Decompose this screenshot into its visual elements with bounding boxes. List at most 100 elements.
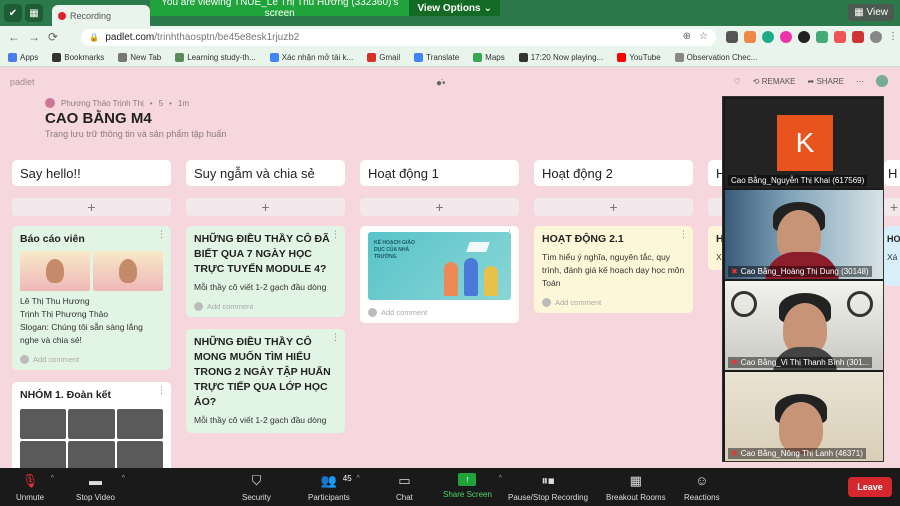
avatar[interactable] [876, 75, 888, 87]
bookmark-item[interactable]: Maps [473, 52, 505, 62]
extension-icon[interactable] [852, 31, 864, 43]
bookmark-item[interactable]: Xác nhận mở tài k... [269, 52, 353, 62]
participant-tile[interactable]: ✖ Cao Bằng_Hoàng Thị Dung (30148) [725, 190, 883, 279]
column-activity-1: Hoạt động 1 + ⋮ KẾ HOẠCH GIÁO DỤC CỦA NH… [360, 160, 519, 323]
pause-stop-icon: ⏸⏹ [541, 473, 555, 488]
post-card[interactable]: ⋮ NHÓM 1. Đoàn kết [12, 382, 171, 468]
bookmark-item[interactable]: Translate [414, 52, 459, 62]
page-title: CAO BẰNG M4 [45, 110, 152, 127]
bookmark-item[interactable]: Gmail [367, 52, 400, 62]
browser-tab-active[interactable]: Recording [52, 5, 150, 26]
padlet-author: Phương Thảo Trịnh Thị • 5 • 1m [45, 98, 189, 108]
extension-icon[interactable] [798, 31, 810, 43]
extension-icons: ⋮ [726, 31, 900, 43]
column-header: Hoạt động 2 [534, 160, 693, 186]
banner-message: You are viewing TNUE_Lê Thị Thu Hương (3… [161, 0, 399, 19]
participants-button[interactable]: 👥 45 Participants ^ [308, 473, 360, 502]
zoom-view-button[interactable]: ▦ View [848, 4, 894, 21]
share-screen-button[interactable]: ↑ Share Screen ^ [443, 473, 502, 499]
add-comment[interactable]: Add comment [542, 298, 685, 307]
breakout-rooms-button[interactable]: ▦ Breakout Rooms [606, 473, 666, 502]
post-card[interactable]: ⋮ KẾ HOẠCH GIÁO DỤC CỦA NHÀ TRƯỜNG Add c… [360, 226, 519, 323]
chevron-up-icon[interactable]: ^ [499, 475, 502, 482]
column-header: Hoạt động 1 [360, 160, 519, 186]
chevron-down-icon: ⌄ [483, 2, 492, 14]
more-icon[interactable]: ⋮ [679, 229, 688, 240]
remake-button[interactable]: ⟲ REMAKE [753, 77, 796, 86]
participant-name: Cao Bằng_Nguyễn Thị Khai (617569) [731, 176, 865, 185]
grid-icon[interactable]: ▦ [25, 4, 43, 22]
extension-icon[interactable] [744, 31, 756, 43]
star-icon [52, 52, 62, 62]
bookmark-item[interactable]: Bookmarks [52, 52, 104, 62]
padlet-app-icon: ●̇• [436, 78, 446, 89]
more-icon[interactable]: ⋮ [331, 229, 340, 240]
add-post-button[interactable]: + [360, 198, 519, 216]
extension-icon[interactable] [816, 31, 828, 43]
add-comment[interactable]: Add comment [194, 302, 337, 311]
post-card[interactable]: ⋮ Báo cáo viên Lê Thị Thu Hương Trịnh Th… [12, 226, 171, 370]
forward-icon[interactable]: → [28, 30, 40, 44]
extension-icon[interactable] [726, 31, 738, 43]
bookmark-item[interactable]: YouTube [617, 52, 661, 62]
add-post-button[interactable]: + [534, 198, 693, 216]
gmail-icon [367, 52, 377, 62]
reload-icon[interactable]: ⟳ [48, 30, 58, 44]
unmute-button[interactable]: 🎙 Unmute ^ [16, 473, 54, 502]
more-icon[interactable]: ⋯ [856, 77, 864, 86]
more-icon[interactable]: ⋮ [331, 332, 340, 343]
chevron-up-icon[interactable]: ^ [122, 475, 125, 482]
extension-icon[interactable] [762, 31, 774, 43]
back-icon[interactable]: ← [8, 30, 20, 44]
view-options-button[interactable]: View Options ⌄ [409, 0, 500, 16]
participant-name: Cao Bằng_Hoàng Thị Dung (30148) [740, 267, 869, 276]
post-card[interactable]: ⋮ NHỮNG ĐIỀU THẦY CÔ ĐÃ BIẾT QUA 7 NGÀY … [186, 226, 345, 317]
page-subtitle: Trang lưu trữ thông tin và sản phẩm tập … [45, 129, 227, 139]
url-text: padlet.com/trinhthaosptn/be45e8esk1rjuzb… [105, 31, 300, 43]
stop-video-button[interactable]: ▬ Stop Video ^ [76, 473, 125, 502]
heart-icon[interactable]: ♡ [734, 77, 741, 86]
add-comment[interactable]: Add comment [368, 308, 511, 317]
shield-icon[interactable]: ✔ [4, 4, 22, 22]
participant-tile[interactable]: ✖ Cao Bằng_Nông Thị Lanh (46371) [725, 372, 883, 461]
chevron-up-icon[interactable]: ^ [51, 475, 54, 482]
profile-icon[interactable] [870, 31, 882, 43]
security-button[interactable]: ⛉ Security [242, 473, 271, 502]
column-say-hello: Say hello!! + ⋮ Báo cáo viên Lê Thị Thu … [12, 160, 171, 468]
recording-button[interactable]: ⏸⏹ Pause/Stop Recording [508, 473, 588, 502]
post-image [20, 409, 163, 468]
zoom-status-icons: ✔ ▦ [4, 4, 43, 22]
breakout-grid-icon: ▦ [629, 473, 642, 488]
chevron-up-icon[interactable]: ^ [357, 475, 360, 482]
bookmark-item[interactable]: Apps [8, 52, 38, 62]
reactions-button[interactable]: ☺ Reactions [684, 473, 720, 502]
padlet-logo[interactable]: padlet [10, 77, 35, 87]
participant-name: Cao Bằng_Vi Thị Thanh Bình (301... [740, 358, 870, 367]
extension-icon[interactable] [780, 31, 792, 43]
post-card[interactable]: ⋮ NHỮNG ĐIỀU THẦY CÔ MONG MUỐN TÌM HIỂU … [186, 329, 345, 433]
bookmark-item[interactable]: 17:20 Now playing... [518, 52, 603, 62]
more-icon[interactable]: ⋮ [157, 229, 166, 240]
add-post-button[interactable]: + [186, 198, 345, 216]
participant-tile[interactable]: ✖ Cao Bằng_Vi Thị Thanh Bình (301... [725, 281, 883, 370]
participant-tile[interactable]: K Cao Bằng_Nguyễn Thị Khai (617569) [725, 99, 883, 188]
bookmark-item[interactable]: New Tab [118, 52, 161, 62]
bookmark-item[interactable]: Learning study-th... [175, 52, 256, 62]
add-comment[interactable]: Add comment [20, 355, 163, 364]
leave-button[interactable]: Leave [848, 477, 892, 497]
bookmark-star-icon[interactable]: ☆ [699, 31, 708, 42]
add-icon[interactable]: ⊕ [683, 31, 691, 42]
share-button[interactable]: ➦ SHARE [808, 77, 845, 86]
bookmark-item[interactable]: Observation Chec... [674, 52, 757, 62]
add-post-button[interactable]: + [12, 198, 171, 216]
more-icon[interactable]: ⋮ [157, 385, 166, 396]
video-camera-icon: ▬ [89, 473, 102, 488]
chat-button[interactable]: ▭ Chat [396, 473, 413, 502]
address-bar: ← → ⟳ 🔒 padlet.com/trinhthaosptn/be45e8e… [0, 26, 900, 48]
column-header: Suy ngẫm và chia sẻ [186, 160, 345, 186]
url-input[interactable]: 🔒 padlet.com/trinhthaosptn/be45e8esk1rju… [81, 28, 716, 46]
post-card[interactable]: ⋮ HOẠT ĐỘNG 2.1 Tìm hiểu ý nghĩa, nguyên… [534, 226, 693, 313]
menu-icon[interactable]: ⋮ [888, 31, 900, 43]
extension-icon[interactable] [834, 31, 846, 43]
column-activity-2: Hoạt động 2 + ⋮ HOẠT ĐỘNG 2.1 Tìm hiểu ý… [534, 160, 693, 313]
